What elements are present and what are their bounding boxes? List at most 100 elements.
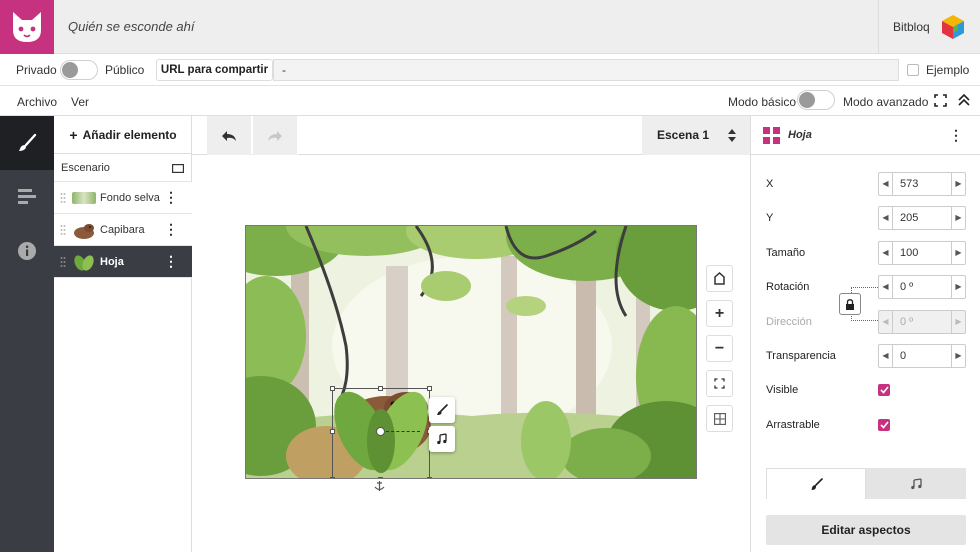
edit-costumes-button[interactable]: Editar aspectos xyxy=(766,515,966,545)
home-icon xyxy=(714,272,725,285)
stage-row[interactable]: Escenario xyxy=(54,154,192,182)
prop-transparency-label: Transparencia xyxy=(766,350,836,362)
canvas-area: Escena 1 + − xyxy=(192,116,750,552)
more-options-icon[interactable]: ⋮ xyxy=(164,222,178,236)
direction-arrow[interactable] xyxy=(386,431,420,432)
menu-bar: Archivo Ver Modo básico Modo avanzado xyxy=(0,86,980,116)
sidebar-design-tab[interactable] xyxy=(0,116,54,170)
sidebar-info-tab[interactable] xyxy=(0,224,54,278)
resize-handle[interactable] xyxy=(330,429,335,434)
tab-costumes[interactable] xyxy=(766,468,866,499)
resize-handle[interactable] xyxy=(427,477,432,478)
home-view-button[interactable] xyxy=(706,265,733,292)
zoom-out-button[interactable]: − xyxy=(706,335,733,362)
resize-handle[interactable] xyxy=(330,477,335,478)
increment-icon[interactable]: ▶ xyxy=(951,207,965,229)
brand-area: Bitbloq xyxy=(878,0,980,54)
project-title[interactable]: Quién se esconde ahí xyxy=(68,19,194,34)
size-stepper[interactable]: ◀ 100 ▶ xyxy=(878,241,966,265)
collapse-icon[interactable] xyxy=(957,93,971,107)
list-item[interactable]: Hoja ⋮ xyxy=(54,246,192,278)
app-logo[interactable] xyxy=(0,0,54,54)
x-stepper[interactable]: ◀ 573 ▶ xyxy=(878,172,966,196)
more-options-icon[interactable]: ⋮ xyxy=(164,190,178,204)
element-name: Fondo selva xyxy=(100,192,160,204)
example-checkbox[interactable] xyxy=(907,64,919,76)
edit-costume-button[interactable] xyxy=(429,397,455,423)
redo-icon xyxy=(268,130,282,141)
properties-panel: Hoja ⋮ X ◀ 573 ▶ Y ◀ 205 ▶ Tamaño ◀ 100 … xyxy=(750,116,980,552)
music-note-icon xyxy=(437,433,447,445)
share-url-field[interactable]: - xyxy=(273,59,899,81)
resize-handle[interactable] xyxy=(378,477,383,478)
advanced-mode-label: Modo avanzado xyxy=(843,95,929,109)
prop-size-label: Tamaño xyxy=(766,247,806,259)
grid-icon xyxy=(713,412,726,425)
resize-handle[interactable] xyxy=(330,386,335,391)
brush-icon xyxy=(19,133,37,151)
drag-handle-icon[interactable] xyxy=(60,256,66,268)
decrement-icon[interactable]: ◀ xyxy=(879,173,893,195)
stage-canvas[interactable] xyxy=(245,225,697,479)
increment-icon[interactable]: ▶ xyxy=(951,173,965,195)
list-item[interactable]: Capibara ⋮ xyxy=(54,214,192,246)
more-options-icon[interactable]: ⋮ xyxy=(949,127,963,144)
cat-face-icon xyxy=(13,12,41,42)
decrement-icon[interactable]: ◀ xyxy=(879,276,893,298)
app-header: Quién se esconde ahí Bitbloq xyxy=(0,0,980,54)
anchor-icon[interactable] xyxy=(374,480,385,492)
decrement-icon[interactable]: ◀ xyxy=(879,207,893,229)
y-stepper[interactable]: ◀ 205 ▶ xyxy=(878,206,966,230)
direction-stepper: ◀ 0 º ▶ xyxy=(878,310,966,334)
increment-icon[interactable]: ▶ xyxy=(951,276,965,298)
prop-visible-label: Visible xyxy=(766,384,799,396)
share-bar: Privado Público URL para compartir - Eje… xyxy=(0,54,980,86)
plus-icon: + xyxy=(714,304,725,322)
scene-selector[interactable]: Escena 1 xyxy=(642,116,750,155)
menu-file[interactable]: Archivo xyxy=(17,95,57,109)
public-label: Público xyxy=(105,63,145,77)
increment-icon[interactable]: ▶ xyxy=(951,242,965,264)
rotation-stepper[interactable]: ◀ 0 º ▶ xyxy=(878,275,966,299)
resize-handle[interactable] xyxy=(427,386,432,391)
share-url-button[interactable]: URL para compartir xyxy=(156,59,273,81)
transparency-stepper[interactable]: ◀ 0 ▶ xyxy=(878,344,966,368)
menu-view[interactable]: Ver xyxy=(71,95,89,109)
sidebar-blocks-tab[interactable] xyxy=(0,170,54,224)
rotation-pivot[interactable] xyxy=(376,427,385,436)
undo-icon xyxy=(222,130,236,141)
rotation-value: 0 º xyxy=(900,281,914,293)
add-element-button[interactable]: + Añadir elemento xyxy=(54,116,192,154)
visible-checkbox[interactable] xyxy=(878,384,890,396)
resize-handle[interactable] xyxy=(378,386,383,391)
capybara-thumbnail xyxy=(74,224,94,239)
drag-handle-icon[interactable] xyxy=(60,192,66,204)
jungle-background-image xyxy=(246,226,696,478)
grid-toggle-button[interactable] xyxy=(706,405,733,432)
element-name: Hoja xyxy=(100,256,124,268)
increment-icon[interactable]: ▶ xyxy=(951,345,965,367)
edit-sounds-button[interactable] xyxy=(429,426,455,452)
fullscreen-canvas-button[interactable] xyxy=(706,370,733,397)
prop-direction-label: Dirección xyxy=(766,316,812,328)
brush-icon xyxy=(437,404,448,415)
drag-handle-icon[interactable] xyxy=(60,224,66,236)
transparency-value: 0 xyxy=(900,350,907,362)
draggable-checkbox[interactable] xyxy=(878,419,890,431)
selection-box[interactable] xyxy=(330,386,432,478)
more-options-icon[interactable]: ⋮ xyxy=(164,254,178,268)
lock-toggle-button[interactable] xyxy=(839,293,861,315)
redo-button[interactable] xyxy=(253,116,298,155)
stage-label: Escenario xyxy=(61,162,110,174)
tab-sounds[interactable] xyxy=(866,468,966,499)
decrement-icon[interactable]: ◀ xyxy=(879,242,893,264)
sprite-icon xyxy=(763,127,780,144)
zoom-in-button[interactable]: + xyxy=(706,300,733,327)
list-item[interactable]: Fondo selva ⋮ xyxy=(54,182,192,214)
undo-button[interactable] xyxy=(207,116,252,155)
scene-label: Escena 1 xyxy=(657,128,710,142)
fullscreen-icon[interactable] xyxy=(934,94,947,107)
decrement-icon[interactable]: ◀ xyxy=(879,345,893,367)
mode-toggle[interactable] xyxy=(797,90,835,110)
visibility-toggle[interactable] xyxy=(60,60,98,80)
